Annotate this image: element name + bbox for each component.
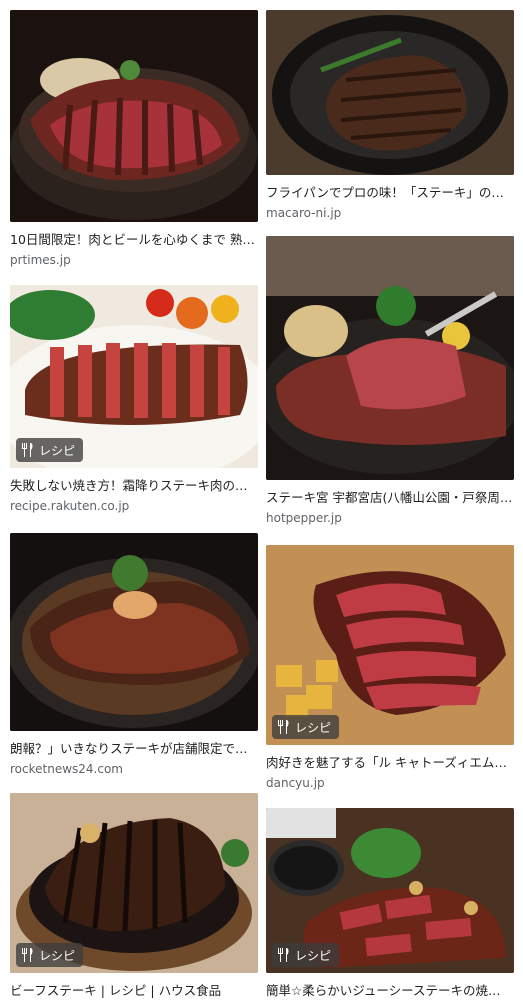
result-source: hotpepper.jp xyxy=(266,511,342,525)
result-image[interactable] xyxy=(10,10,258,222)
result-image[interactable]: レシピ xyxy=(266,808,514,973)
badge-label: レシピ xyxy=(295,948,332,963)
result-card[interactable]: フライパンでプロの味！「ステーキ」の… macaro-ni.jp xyxy=(266,10,514,221)
result-source: dancyu.jp xyxy=(266,776,325,790)
result-card[interactable]: レシピ 肉好きを魅了する「ル キャトーズィエム… dancyu.jp xyxy=(266,545,514,791)
fork-knife-icon xyxy=(22,443,33,457)
recipe-badge: レシピ xyxy=(16,438,84,462)
result-image[interactable] xyxy=(266,236,514,480)
result-card[interactable]: ステーキ宮 宇都宮店(八幡山公園・戸祭周… hotpepper.jp xyxy=(266,236,514,526)
result-source: prtimes.jp xyxy=(10,253,71,267)
result-source: rocketnews24.com xyxy=(10,762,123,776)
result-title[interactable]: ステーキ宮 宇都宮店(八幡山公園・戸祭周… xyxy=(266,490,514,506)
result-title[interactable]: 肉好きを魅了する「ル キャトーズィエム… xyxy=(266,755,514,771)
fork-knife-icon xyxy=(278,948,289,962)
result-card[interactable]: 朗報？」いきなりステーキが店舗限定で… rocketnews24.com xyxy=(10,533,258,777)
result-card[interactable]: レシピ 簡単☆柔らかいジューシーステーキの焼… xyxy=(266,808,514,999)
badge-label: レシピ xyxy=(295,720,332,735)
fork-knife-icon xyxy=(278,720,289,734)
result-card[interactable]: レシピ 失敗しない焼き方！霜降りステーキ肉の… recipe.rakuten.c… xyxy=(10,285,258,514)
recipe-badge: レシピ xyxy=(16,943,84,967)
result-title[interactable]: 朗報？」いきなりステーキが店舗限定で… xyxy=(10,741,258,757)
recipe-badge: レシピ xyxy=(272,943,340,967)
result-source: recipe.rakuten.co.jp xyxy=(10,499,130,513)
result-image[interactable]: レシピ xyxy=(10,793,258,973)
result-image[interactable] xyxy=(266,10,514,175)
result-title[interactable]: 失敗しない焼き方！霜降りステーキ肉の… xyxy=(10,478,258,494)
badge-label: レシピ xyxy=(39,443,76,458)
result-title[interactable]: フライパンでプロの味！「ステーキ」の… xyxy=(266,185,514,201)
result-image[interactable]: レシピ xyxy=(10,285,258,468)
result-card[interactable]: レシピ ビーフステーキ | レシピ | ハウス食品 xyxy=(10,793,258,999)
badge-label: レシピ xyxy=(39,948,76,963)
recipe-badge: レシピ xyxy=(272,715,340,739)
result-card[interactable]: 10日間限定！肉とビールを心ゆくまで 熟… prtimes.jp xyxy=(10,10,258,268)
result-title[interactable]: 10日間限定！肉とビールを心ゆくまで 熟… xyxy=(10,232,258,248)
result-image[interactable]: レシピ xyxy=(266,545,514,745)
fork-knife-icon xyxy=(22,948,33,962)
result-source: macaro-ni.jp xyxy=(266,206,342,220)
result-title[interactable]: ビーフステーキ | レシピ | ハウス食品 xyxy=(10,983,258,999)
result-image[interactable] xyxy=(10,533,258,731)
result-title[interactable]: 簡単☆柔らかいジューシーステーキの焼… xyxy=(266,983,514,999)
